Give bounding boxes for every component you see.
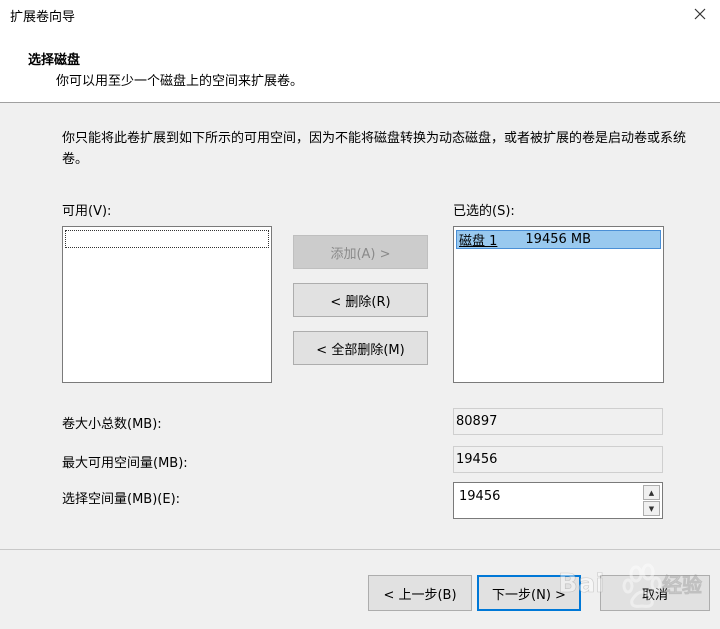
header-subtitle: 你可以用至少一个磁盘上的空间来扩展卷。 [56, 74, 304, 89]
max-space-field: 19456 [453, 446, 663, 473]
triangle-up-icon: ▲ [648, 488, 655, 497]
spin-down-button[interactable]: ▼ [643, 501, 660, 516]
space-amount-input[interactable]: 19456 [459, 489, 500, 504]
next-button[interactable]: 下一步(N) > [477, 575, 581, 611]
list-focus-item[interactable] [65, 230, 269, 248]
selected-disks-list[interactable]: 磁盘 1 19456 MB [453, 226, 664, 383]
disk-name: 磁盘 1 [459, 234, 498, 249]
close-button[interactable] [688, 2, 712, 26]
total-size-label: 卷大小总数(MB): [62, 417, 162, 432]
list-item[interactable]: 磁盘 1 19456 MB [456, 230, 661, 249]
title-bar: 扩展卷向导 [0, 0, 720, 30]
header-title: 选择磁盘 [28, 53, 81, 68]
triangle-down-icon: ▼ [648, 504, 655, 513]
window-title: 扩展卷向导 [10, 10, 76, 25]
select-space-label: 选择空间量(MB)(E): [62, 492, 181, 507]
available-label: 可用(V): [62, 204, 112, 219]
remove-all-button[interactable]: < 全部删除(M) [293, 331, 428, 365]
description-text: 你只能将此卷扩展到如下所示的可用空间，因为不能将磁盘转换为动态磁盘，或者被扩展的… [62, 131, 687, 167]
max-space-label: 最大可用空间量(MB): [62, 456, 188, 471]
total-size-field: 80897 [453, 408, 663, 435]
disk-size: 19456 MB [525, 232, 592, 247]
close-icon [694, 8, 706, 20]
available-disks-list[interactable] [62, 226, 272, 383]
space-amount-stepper[interactable]: 19456 ▲ ▼ [453, 482, 663, 519]
add-button[interactable]: 添加(A) > [293, 235, 428, 269]
selected-label: 已选的(S): [453, 204, 515, 219]
spin-up-button[interactable]: ▲ [643, 485, 660, 500]
wizard-header: 选择磁盘 你可以用至少一个磁盘上的空间来扩展卷。 [0, 30, 720, 103]
cancel-button[interactable]: 取消 [600, 575, 710, 611]
remove-button[interactable]: < 删除(R) [293, 283, 428, 317]
back-button[interactable]: < 上一步(B) [368, 575, 472, 611]
footer-divider [0, 549, 720, 550]
